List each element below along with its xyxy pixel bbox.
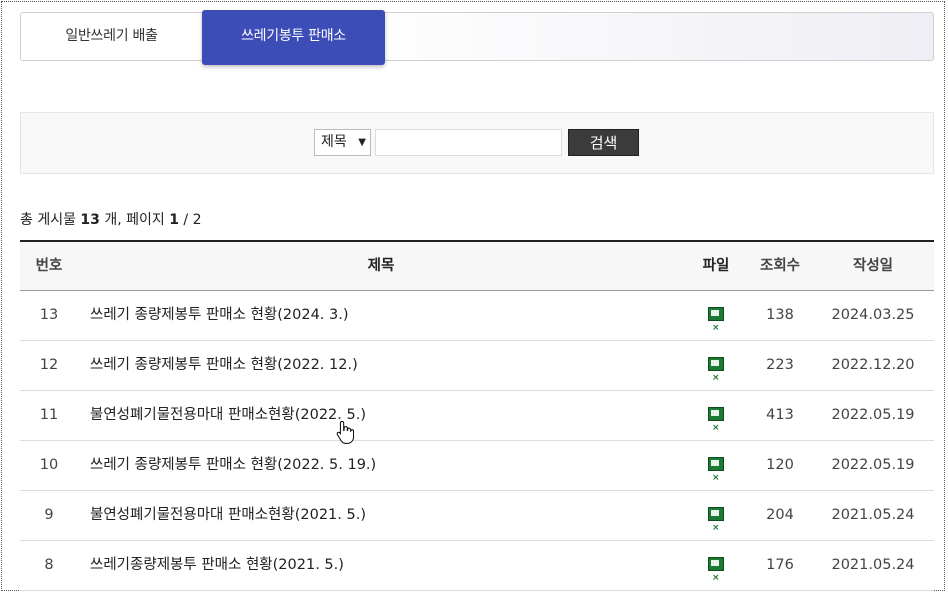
excel-file-icon[interactable] — [708, 454, 724, 502]
row-views: 138 — [766, 307, 794, 323]
post-count: 13 — [80, 212, 100, 228]
row-views: 413 — [766, 407, 794, 423]
search-field-select-value: 제목 — [321, 134, 347, 150]
chevron-down-icon: ▼ — [358, 137, 366, 148]
row-views: 223 — [766, 357, 794, 373]
table-row: 9 불연성폐기물전용마대 판매소현황(2021. 5.) 204 2021.05… — [20, 491, 934, 552]
tab-bag-sales[interactable]: 쓰레기봉투 판매소 — [202, 10, 385, 65]
table-row: 12 쓰레기 종량제봉투 판매소 현황(2022. 12.) 223 2022.… — [20, 341, 934, 402]
row-num: 13 — [39, 307, 59, 323]
board-table: 번호 제목 파일 조회수 작성일 13 쓰레기 종량제봉투 판매소 현황(202… — [20, 240, 934, 602]
excel-file-icon[interactable] — [708, 404, 724, 452]
row-date: 2024.03.25 — [831, 307, 915, 323]
header-num: 번호 — [35, 258, 63, 274]
row-date: 2022.05.19 — [831, 407, 915, 423]
hand-pointer-cursor-icon — [336, 420, 354, 444]
table-row: 8 쓰레기종량제봉투 판매소 현황(2021. 5.) 176 2021.05.… — [20, 541, 934, 602]
row-date: 2022.12.20 — [831, 357, 915, 373]
summary-prefix: 총 게시물 — [20, 212, 81, 228]
row-num: 10 — [39, 457, 59, 473]
table-row: 13 쓰레기 종량제봉투 판매소 현황(2024. 3.) 138 2024.0… — [20, 291, 934, 352]
tab-general-waste[interactable]: 일반쓰레기 배출 — [21, 13, 202, 60]
row-num: 11 — [39, 407, 59, 423]
row-title-link[interactable]: 불연성폐기물전용마대 판매소현황(2022. 5.) — [90, 391, 680, 439]
summary-count-suffix: 개, 페이지 — [99, 212, 170, 228]
row-title-link[interactable]: 쓰레기종량제봉투 판매소 현황(2021. 5.) — [90, 541, 680, 589]
row-title-link[interactable]: 쓰레기 종량제봉투 판매소 현황(2022. 12.) — [90, 341, 680, 389]
row-date: 2022.05.19 — [831, 457, 915, 473]
search-button[interactable]: 검색 — [568, 129, 639, 156]
excel-file-icon[interactable] — [708, 354, 724, 402]
row-views: 204 — [766, 507, 794, 523]
row-num: 12 — [39, 357, 59, 373]
row-title-link[interactable]: 불연성폐기물전용마대 판매소현황(2021. 5.) — [90, 491, 680, 539]
header-title: 제목 — [367, 258, 395, 274]
table-row: 11 불연성폐기물전용마대 판매소현황(2022. 5.) 413 2022.0… — [20, 391, 934, 452]
tab-bar: 일반쓰레기 배출 쓰레기봉투 판매소 — [20, 10, 934, 65]
header-file: 파일 — [702, 258, 730, 274]
excel-file-icon[interactable] — [708, 504, 724, 552]
search-panel: 제목 ▼ 검색 — [20, 112, 934, 174]
table-header: 번호 제목 파일 조회수 작성일 — [20, 242, 934, 291]
table-row: 10 쓰레기 종량제봉투 판매소 현황(2022. 5. 19.) 120 20… — [20, 441, 934, 502]
header-views: 조회수 — [759, 258, 801, 274]
row-date: 2021.05.24 — [831, 507, 915, 523]
row-views: 120 — [766, 457, 794, 473]
header-date: 작성일 — [852, 258, 894, 274]
search-input[interactable] — [375, 129, 562, 156]
row-date: 2021.05.24 — [831, 557, 915, 573]
excel-file-icon[interactable] — [708, 554, 724, 602]
row-title-link[interactable]: 쓰레기 종량제봉투 판매소 현황(2022. 5. 19.) — [90, 441, 680, 489]
search-field-select[interactable]: 제목 ▼ — [314, 129, 371, 156]
row-num: 8 — [44, 557, 54, 573]
page-current: 1 — [169, 212, 179, 228]
row-title-link[interactable]: 쓰레기 종량제봉투 판매소 현황(2024. 3.) — [90, 291, 680, 339]
page-total: / 2 — [178, 212, 202, 228]
row-num: 9 — [44, 507, 54, 523]
excel-file-icon[interactable] — [708, 304, 724, 352]
row-views: 176 — [766, 557, 794, 573]
post-summary: 총 게시물 13 개, 페이지 1 / 2 — [20, 209, 202, 229]
